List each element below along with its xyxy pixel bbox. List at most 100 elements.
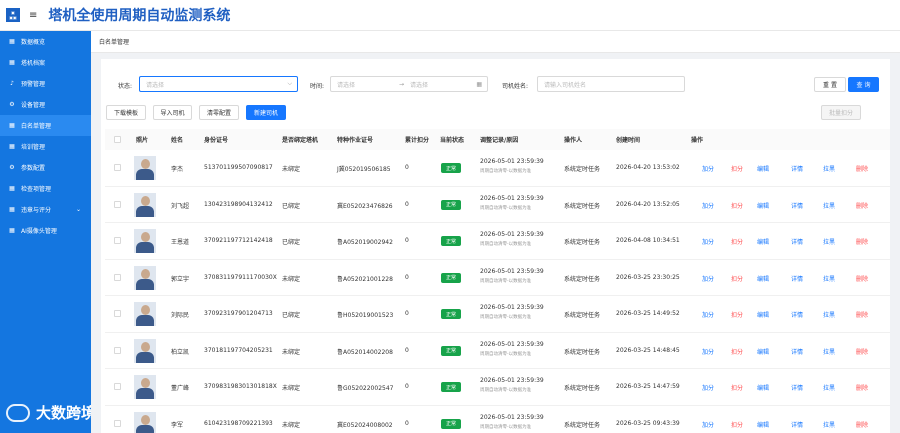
photo-face: [141, 268, 150, 279]
grid-icon: ▦: [9, 121, 15, 129]
blacklist-button[interactable]: 拉黑: [823, 237, 835, 246]
edit-button[interactable]: 编辑: [757, 347, 769, 356]
row-checkbox[interactable]: [114, 164, 121, 171]
blacklist-button[interactable]: 拉黑: [823, 201, 835, 210]
add-driver-button[interactable]: 新建司机: [246, 105, 286, 120]
hamburger-icon[interactable]: ≡: [29, 10, 37, 21]
row-checkbox[interactable]: [114, 200, 121, 208]
created-time: 2026-03-25 14:47:59: [616, 383, 680, 390]
details-button[interactable]: 详情: [791, 164, 803, 173]
deduct-points-button[interactable]: 扣分: [731, 383, 743, 392]
deduct-points-button[interactable]: 扣分: [731, 420, 743, 429]
row-checkbox[interactable]: [114, 383, 121, 390]
deduct-points: 0: [405, 200, 409, 208]
row-checkbox[interactable]: [114, 273, 121, 281]
deduct-points-button[interactable]: 扣分: [731, 310, 743, 319]
adjust-reason: 周期自动清零-以数据为准: [480, 242, 532, 247]
grid-icon: ▦: [9, 205, 15, 213]
blacklist-button[interactable]: 拉黑: [823, 420, 835, 429]
edit-button[interactable]: 编辑: [757, 420, 769, 429]
sidebar-item[interactable]: ▦ 白名单管理: [0, 115, 91, 136]
photo-face: [141, 195, 150, 206]
bound-status: 未绑定: [282, 275, 301, 283]
photo-body: [136, 278, 154, 290]
sidebar-item[interactable]: ▦ AI摄像头管理: [0, 220, 91, 241]
time-end-placeholder: 请选择: [410, 81, 429, 89]
delete-button[interactable]: 删除: [856, 347, 868, 356]
reset-button[interactable]: 重 置: [814, 77, 846, 92]
edit-button[interactable]: 编辑: [757, 274, 769, 283]
delete-button[interactable]: 删除: [856, 164, 868, 173]
sidebar-item[interactable]: ⚙ 设备管理: [0, 94, 91, 115]
delete-button[interactable]: 删除: [856, 274, 868, 283]
batch-deduct-button[interactable]: 批量扣分: [821, 105, 861, 120]
details-button[interactable]: 详情: [791, 201, 803, 210]
sidebar-item[interactable]: ♪ 预警管理: [0, 73, 91, 94]
driver-name-input[interactable]: 请输入司机姓名: [537, 76, 685, 92]
table-row: 王恩道 370921197712142418 已绑定 鲁A052019002942 0 正…: [105, 223, 890, 260]
edit-button[interactable]: 编辑: [757, 383, 769, 392]
row-checkbox[interactable]: [114, 310, 121, 317]
main-content: 状态: 请选择 ⌵ 时间: 请选择 → 请选择 ▦ 司机姓名: 请输入司机姓名 …: [91, 53, 900, 433]
sidebar-item[interactable]: ▦ 培训管理: [0, 136, 91, 157]
row-checkbox[interactable]: [114, 346, 121, 354]
edit-button[interactable]: 编辑: [757, 164, 769, 173]
sidebar-item-label: 白名单管理: [21, 123, 52, 130]
details-button[interactable]: 详情: [791, 420, 803, 429]
add-points-button[interactable]: 加分: [702, 383, 714, 392]
add-points-button[interactable]: 加分: [702, 310, 714, 319]
operator: 系统定时任务: [564, 202, 601, 210]
delete-button[interactable]: 删除: [856, 310, 868, 319]
bound-status: 已绑定: [282, 202, 301, 210]
sidebar-item[interactable]: ▦ 塔机档案: [0, 52, 91, 73]
sidebar-item[interactable]: ▦ 数据概览: [0, 31, 91, 52]
delete-button[interactable]: 删除: [856, 383, 868, 392]
delete-button[interactable]: 删除: [856, 237, 868, 246]
time-range-picker[interactable]: 请选择 → 请选择 ▦: [330, 76, 488, 92]
row-checkbox[interactable]: [114, 419, 121, 427]
select-all-checkbox[interactable]: [114, 136, 121, 143]
details-button[interactable]: 详情: [791, 383, 803, 392]
download-template-button[interactable]: 下载模板: [106, 105, 146, 120]
blacklist-button[interactable]: 拉黑: [823, 274, 835, 283]
details-button[interactable]: 详情: [791, 310, 803, 319]
blacklist-button[interactable]: 拉黑: [823, 383, 835, 392]
clear-config-button[interactable]: 清零配置: [199, 105, 239, 120]
photo-face: [141, 305, 150, 315]
add-points-button[interactable]: 加分: [702, 274, 714, 283]
add-points-button[interactable]: 加分: [702, 420, 714, 429]
bound-status: 未绑定: [282, 166, 301, 173]
details-button[interactable]: 详情: [791, 237, 803, 246]
add-points-button[interactable]: 加分: [702, 164, 714, 173]
edit-button[interactable]: 编辑: [757, 201, 769, 210]
sidebar-item[interactable]: ▦ 检查项管理: [0, 178, 91, 199]
row-checkbox[interactable]: [114, 237, 121, 244]
details-button[interactable]: 详情: [791, 274, 803, 283]
delete-button[interactable]: 删除: [856, 201, 868, 210]
sidebar-item[interactable]: ▦ 违章与评分 ⌄: [0, 199, 91, 220]
deduct-points-button[interactable]: 扣分: [731, 347, 743, 356]
status-select[interactable]: 请选择 ⌵: [139, 76, 298, 92]
id-number: 370181197704205231: [204, 346, 273, 354]
sidebar-item[interactable]: ⚙ 参数配置: [0, 157, 91, 178]
search-button[interactable]: 查 询: [848, 77, 879, 92]
deduct-points-button[interactable]: 扣分: [731, 164, 743, 173]
edit-button[interactable]: 编辑: [757, 310, 769, 319]
add-points-button[interactable]: 加分: [702, 347, 714, 356]
deduct-points-button[interactable]: 扣分: [731, 201, 743, 210]
blacklist-button[interactable]: 拉黑: [823, 347, 835, 356]
delete-button[interactable]: 删除: [856, 420, 868, 429]
tab-whitelist[interactable]: 白名单管理: [99, 37, 129, 46]
import-driver-button[interactable]: 导入司机: [153, 105, 192, 120]
sidebar-item-label: 塔机档案: [21, 60, 46, 67]
deduct-points-button[interactable]: 扣分: [731, 237, 743, 246]
id-number: 513701199507090817: [204, 164, 273, 171]
add-points-button[interactable]: 加分: [702, 201, 714, 210]
add-points-button[interactable]: 加分: [702, 237, 714, 246]
column-header: 特种作业证号: [337, 137, 374, 144]
blacklist-button[interactable]: 拉黑: [823, 164, 835, 173]
details-button[interactable]: 详情: [791, 347, 803, 356]
blacklist-button[interactable]: 拉黑: [823, 310, 835, 319]
deduct-points-button[interactable]: 扣分: [731, 274, 743, 283]
edit-button[interactable]: 编辑: [757, 237, 769, 246]
